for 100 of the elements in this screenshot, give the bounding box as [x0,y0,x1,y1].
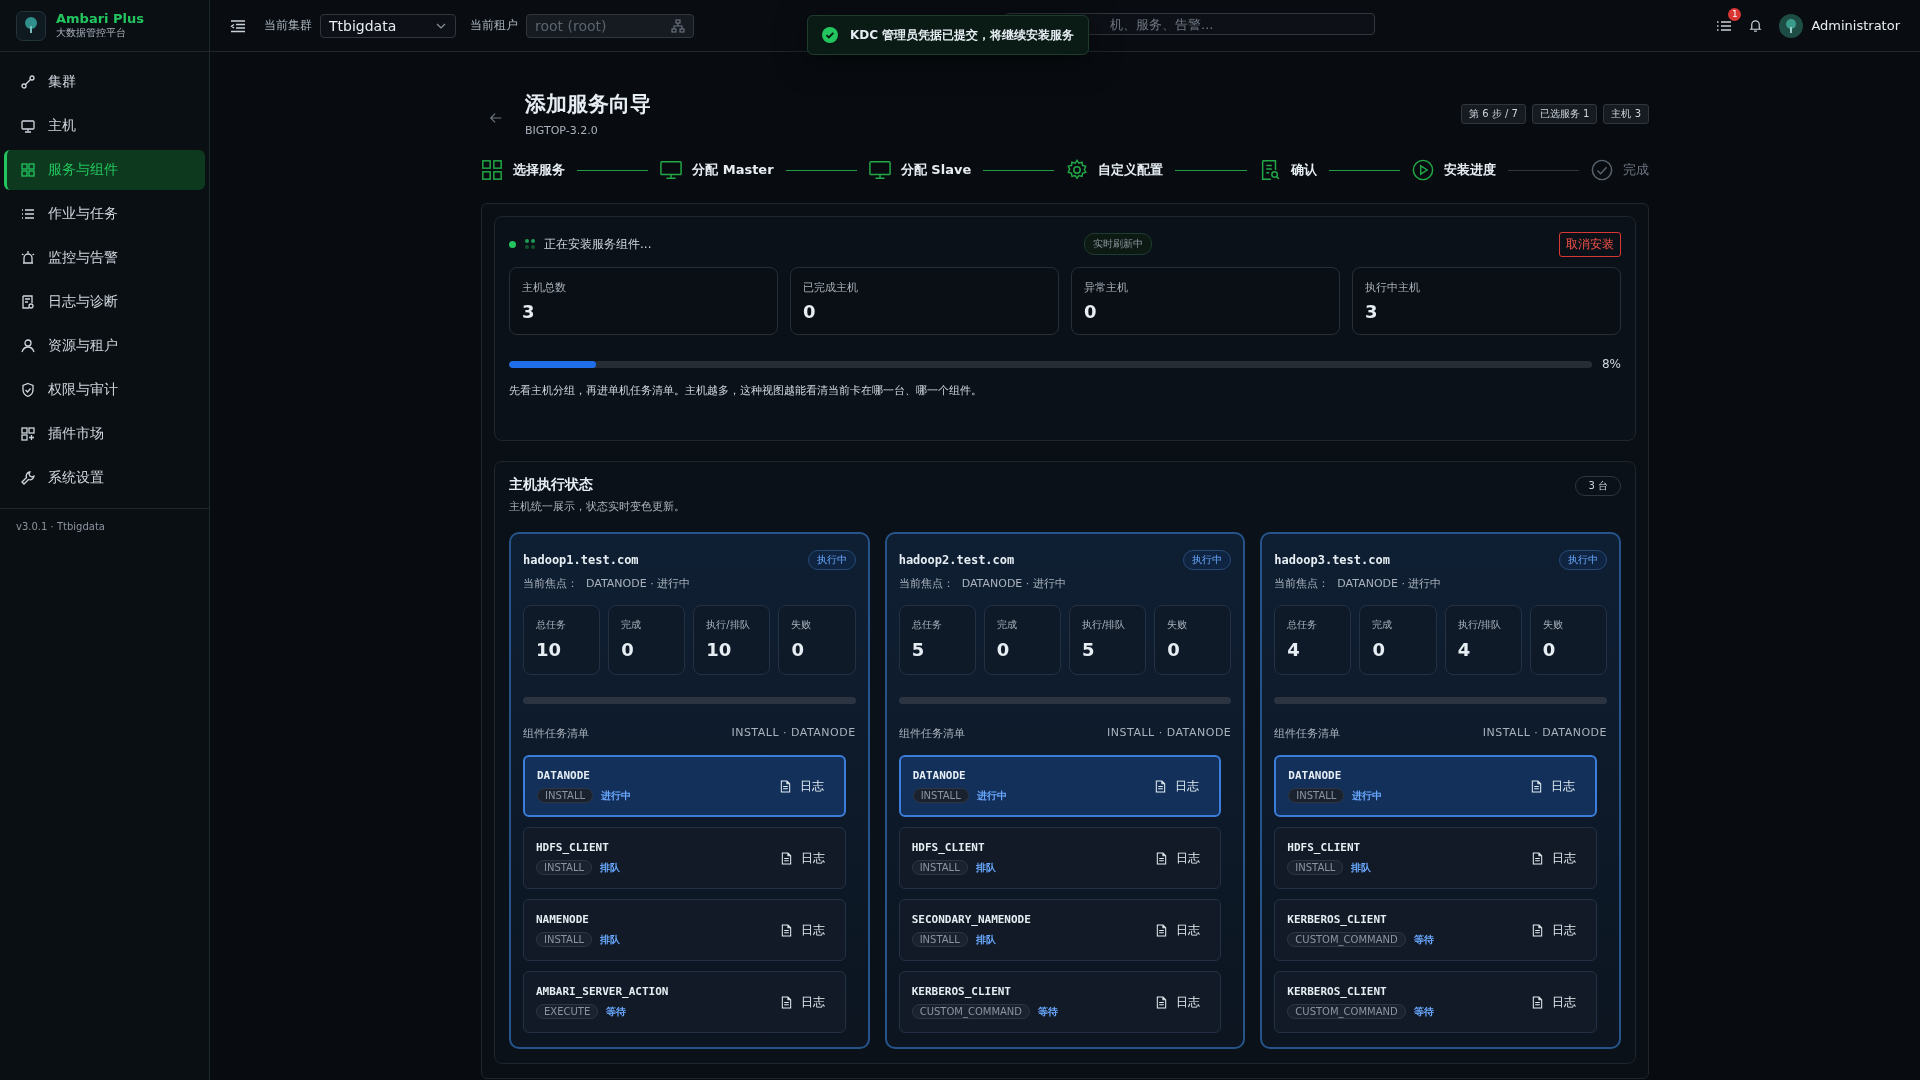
sidebar-item[interactable]: 资源与租户 [4,326,205,366]
stat-label: 异常主机 [1084,280,1129,295]
play-icon [1411,159,1434,181]
avatar-icon[interactable] [1779,13,1804,38]
sidebar-item[interactable]: 集群 [4,62,205,102]
task-item[interactable]: AMBARI_SERVER_ACTION EXECUTE 等待 日志 [523,971,846,1033]
document-icon [779,923,793,937]
list-meta: INSTALL · DATANODE [1482,726,1607,741]
log-button[interactable]: 日志 [1523,989,1584,1015]
log-button[interactable]: 日志 [1523,845,1584,871]
document-icon [1155,851,1169,865]
focus-value: DATANODE · 进行中 [1337,576,1442,591]
stat-value: 0 [1542,639,1557,660]
monitor-icon [20,118,36,134]
component-name: NAMENODE [536,913,590,926]
task-item[interactable]: DATANODE INSTALL 进行中 日志 [1274,755,1597,817]
stat-value: 4 [1287,639,1301,660]
task-state: 等待 [1038,1004,1059,1019]
stat-value: 10 [706,639,733,660]
task-state: 进行中 [976,788,1007,803]
status-tag: 执行中 [1183,550,1232,570]
task-state: 进行中 [601,788,632,803]
app-name: Ambari Plus [56,11,145,26]
monitor-icon [660,159,683,181]
hierarchy-icon [671,18,685,33]
log-button[interactable]: 日志 [1146,773,1208,799]
bell-icon[interactable] [1748,18,1764,33]
stat-value: 0 [1167,639,1181,660]
loading-dots-icon [524,238,536,250]
stat-label: 失败 [791,618,813,632]
wizard-step: 确认 [1258,159,1317,181]
command-tag: CUSTOM_COMMAND [1287,932,1406,947]
list-meta: INSTALL · DATANODE [1107,726,1232,741]
sidebar-item[interactable]: 作业与任务 [4,194,205,234]
log-button[interactable]: 日志 [1147,917,1209,943]
menu-icon[interactable] [230,17,246,34]
cluster-select[interactable]: Ttbigdata [320,13,456,38]
stat-value: 0 [621,639,635,660]
stat-label: 完成 [1372,618,1394,632]
component-name: DATANODE [1288,769,1343,782]
grid-icon [20,162,36,178]
wizard-step: 安装进度 [1411,159,1496,181]
sidebar-item[interactable]: 日志与诊断 [4,282,205,322]
status-tag: 执行中 [807,550,856,570]
log-button[interactable]: 日志 [771,989,833,1015]
stat-label: 主机总数 [522,280,567,295]
task-item[interactable]: KERBEROS_CLIENT CUSTOM_COMMAND 等待 日志 [1274,899,1597,961]
log-button[interactable]: 日志 [770,773,832,799]
app-subtitle: 大数据管控平台 [56,26,127,40]
log-button[interactable]: 日志 [1147,845,1209,871]
command-tag: INSTALL [536,932,593,947]
sidebar-item[interactable]: 监控与告警 [4,238,205,278]
task-state: 排队 [600,860,621,875]
sidebar-item[interactable]: 插件市场 [4,414,205,454]
task-item[interactable]: HDFS_CLIENT INSTALL 排队 日志 [1274,827,1597,889]
notification-badge: 1 [1728,7,1742,21]
task-state: 排队 [975,932,996,947]
task-item[interactable]: KERBEROS_CLIENT CUSTOM_COMMAND 等待 日志 [1274,971,1597,1033]
wizard-step: 选择服务 [481,159,565,181]
document-icon [1155,995,1169,1009]
user-name[interactable]: Administrator [1811,18,1900,33]
task-item[interactable]: DATANODE INSTALL 进行中 日志 [898,755,1222,817]
sidebar-item[interactable]: 权限与审计 [4,370,205,410]
host-name: hadoop3.test.com [1274,553,1390,567]
component-name: HDFS_CLIENT [1287,841,1362,854]
stat-value: 5 [1082,639,1096,660]
grid-icon [481,159,503,181]
sidebar-item[interactable]: 主机 [4,106,205,146]
log-button[interactable]: 日志 [1522,773,1583,799]
document-icon [1154,779,1168,793]
task-item[interactable]: HDFS_CLIENT INSTALL 排队 日志 [523,827,846,889]
list-title: 组件任务清单 [1274,726,1341,741]
command-tag: INSTALL [911,932,968,947]
log-button[interactable]: 日志 [771,917,833,943]
task-state: 等待 [1413,932,1434,947]
task-state: 进行中 [1352,788,1383,803]
stat-value: 0 [1372,639,1386,660]
task-item[interactable]: SECONDARY_NAMENODE INSTALL 排队 日志 [898,899,1222,961]
component-name: AMBARI_SERVER_ACTION [536,985,669,998]
back-arrow-icon[interactable] [489,110,503,125]
sidebar-item[interactable]: 系统设置 [4,458,205,498]
document-icon [20,294,36,310]
log-button[interactable]: 日志 [771,845,833,871]
stat-value: 5 [911,639,926,660]
cancel-install-button[interactable]: 取消安装 [1559,231,1621,257]
component-name: DATANODE [537,769,591,782]
task-item[interactable]: HDFS_CLIENT INSTALL 排队 日志 [898,827,1222,889]
task-item[interactable]: NAMENODE INSTALL 排队 日志 [523,899,846,961]
log-button[interactable]: 日志 [1147,989,1209,1015]
sidebar-item[interactable]: 服务与组件 [4,150,205,190]
stat-label: 完成 [621,618,643,632]
install-status: 正在安装服务组件... [544,235,652,253]
command-tag: EXECUTE [536,1004,599,1019]
task-state: 等待 [606,1004,627,1019]
log-button[interactable]: 日志 [1523,917,1584,943]
stat-label: 已完成主机 [803,280,859,295]
list-meta: INSTALL · DATANODE [731,726,856,741]
component-name: KERBEROS_CLIENT [1287,985,1388,998]
task-item[interactable]: DATANODE INSTALL 进行中 日志 [523,755,846,817]
task-item[interactable]: KERBEROS_CLIENT CUSTOM_COMMAND 等待 日志 [898,971,1222,1033]
